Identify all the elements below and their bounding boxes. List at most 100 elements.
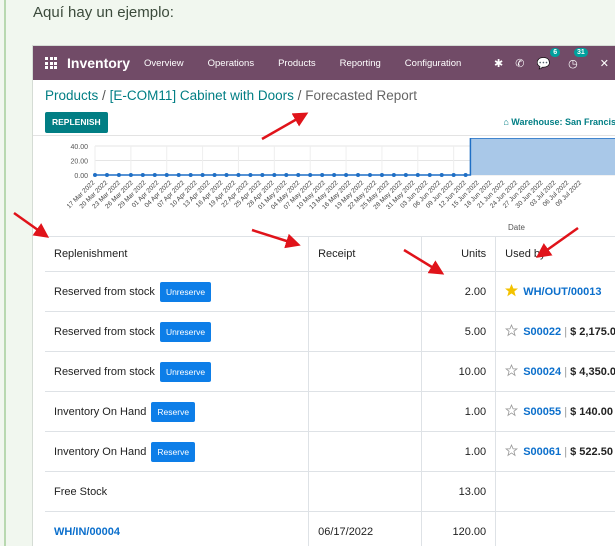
quote-rule	[4, 0, 6, 546]
activity-count-badge: 31	[573, 47, 588, 57]
data-point	[164, 173, 169, 177]
used-by-cell: WH/OUT/00013	[495, 271, 615, 312]
used-by-cell: S00024 | $ 4,350.0	[495, 351, 615, 392]
data-point	[104, 173, 109, 177]
menu-products[interactable]: Products	[278, 58, 316, 69]
activity-icon[interactable]: ◷ 31	[568, 47, 588, 70]
replenishment-link[interactable]: WH/IN/00004	[54, 526, 120, 538]
data-point	[152, 173, 157, 177]
favorite-star-icon[interactable]	[505, 323, 520, 340]
systray: ✱ ✆ 💬 6 ◷ 31 ✕	[494, 46, 615, 80]
data-point	[332, 173, 337, 177]
area-fill	[470, 138, 615, 175]
header-used-by[interactable]: Used by	[495, 236, 615, 272]
unreserve-button[interactable]: Unreserve	[159, 361, 212, 382]
used-by-link[interactable]: S00024	[523, 366, 561, 378]
used-by-link[interactable]: S00022	[523, 326, 561, 338]
data-point	[403, 173, 408, 177]
close-icon[interactable]: ✕	[600, 57, 609, 70]
receipt-cell	[308, 391, 422, 432]
forecast-chart: 40.00 20.00 0.00 17 Mar 2022 20 Mar 2022 23 M…	[33, 137, 615, 234]
data-point	[200, 173, 205, 177]
warehouse-filter[interactable]: ⌂ Warehouse: San Francisc	[503, 117, 615, 127]
breadcrumb-products[interactable]: Products	[45, 88, 98, 103]
used-by-cell: S00022 | $ 2,175.0	[495, 311, 615, 352]
data-point	[439, 173, 444, 177]
data-point	[260, 173, 265, 177]
phone-icon[interactable]: ✆	[515, 57, 524, 70]
menu-overview[interactable]: Overview	[144, 58, 184, 69]
units-cell: 10.00	[421, 351, 497, 392]
table-header-row: Replenishment Receipt Units Used by	[45, 236, 615, 272]
apps-grid-icon[interactable]	[45, 57, 57, 69]
favorite-star-icon[interactable]	[505, 403, 520, 420]
used-by-link[interactable]: WH/OUT/00013	[523, 286, 601, 298]
warehouse-label: Warehouse: San Francisc	[511, 117, 615, 127]
data-point	[320, 173, 325, 177]
data-point	[296, 173, 301, 177]
amount: $ 2,175.0	[570, 325, 615, 338]
menu-reporting[interactable]: Reporting	[340, 58, 381, 69]
app-title[interactable]: Inventory	[67, 55, 130, 71]
breadcrumb-separator: /	[102, 88, 106, 103]
y-tick-label: 40.00	[70, 144, 88, 151]
table-row: Reserved from stock Unreserve 5.00 S00022…	[45, 311, 615, 352]
breadcrumb-current: Forecasted Report	[305, 88, 418, 103]
table-row: WH/IN/00004 06/17/2022 120.00	[45, 511, 615, 546]
used-by-cell	[495, 471, 615, 512]
amount: $ 522.50	[570, 445, 613, 458]
replenishment-text: Inventory On Hand	[54, 445, 147, 458]
breadcrumb-product[interactable]: [E-COM11] Cabinet with Doors	[110, 88, 294, 103]
replenishment-cell: Free Stock	[45, 471, 310, 512]
units-cell: 2.00	[421, 271, 497, 312]
reserve-button[interactable]: Reserve	[151, 441, 196, 462]
y-tick-label: 20.00	[70, 159, 88, 166]
favorite-star-icon[interactable]	[505, 283, 520, 300]
replenishment-text: Reserved from stock	[54, 365, 155, 378]
forecast-table: Replenishment Receipt Units Used by Rese…	[45, 236, 615, 546]
units-cell: 13.00	[421, 471, 497, 512]
favorite-star-icon[interactable]	[505, 363, 520, 380]
unreserve-button[interactable]: Unreserve	[159, 321, 212, 342]
data-point	[427, 173, 432, 177]
y-tick-label: 0.00	[74, 173, 88, 180]
receipt-cell	[308, 471, 422, 512]
replenishment-cell: Reserved from stock Unreserve	[45, 271, 310, 312]
used-by-link[interactable]: S00055	[523, 406, 561, 418]
favorite-star-icon[interactable]	[505, 443, 520, 460]
header-receipt[interactable]: Receipt	[308, 236, 422, 272]
used-by-link[interactable]: S00061	[523, 446, 561, 458]
unreserve-button[interactable]: Unreserve	[159, 281, 212, 302]
data-point	[116, 173, 121, 177]
menu-operations[interactable]: Operations	[208, 58, 254, 69]
replenishment-text: Inventory On Hand	[54, 405, 147, 418]
replenish-button[interactable]: REPLENISH	[45, 112, 108, 133]
table-row: Reserved from stock Unreserve 10.00 S0002…	[45, 351, 615, 392]
separator: |	[564, 325, 568, 338]
intro-text: Aquí hay un ejemplo:	[33, 4, 174, 21]
table-row: Inventory On Hand Reserve 1.00 S00061 | $…	[45, 431, 615, 472]
data-point	[140, 173, 145, 177]
data-point	[248, 173, 253, 177]
data-point	[415, 173, 420, 177]
data-point	[463, 173, 468, 177]
breadcrumb: Products / [E-COM11] Cabinet with Doors …	[45, 88, 417, 103]
header-units[interactable]: Units	[421, 236, 497, 272]
table-row: Reserved from stock Unreserve 2.00 WH/OUT…	[45, 271, 615, 312]
data-point	[224, 173, 229, 177]
reserve-button[interactable]: Reserve	[151, 401, 196, 422]
chat-count-badge: 6	[550, 47, 561, 57]
replenishment-text: Reserved from stock	[54, 285, 155, 298]
header-replenishment[interactable]: Replenishment	[45, 236, 310, 272]
units-cell: 120.00	[421, 511, 497, 546]
data-point	[391, 173, 396, 177]
receipt-cell: 06/17/2022	[308, 511, 422, 546]
chat-icon[interactable]: 💬 6	[536, 47, 561, 70]
used-by-cell: S00061 | $ 522.50	[495, 431, 615, 472]
replenishment-text: Reserved from stock	[54, 325, 155, 338]
replenishment-cell: Reserved from stock Unreserve	[45, 351, 310, 392]
replenishment-text: Free Stock	[54, 485, 108, 498]
menu-configuration[interactable]: Configuration	[405, 58, 462, 69]
data-point	[284, 173, 289, 177]
bug-icon[interactable]: ✱	[494, 57, 503, 70]
